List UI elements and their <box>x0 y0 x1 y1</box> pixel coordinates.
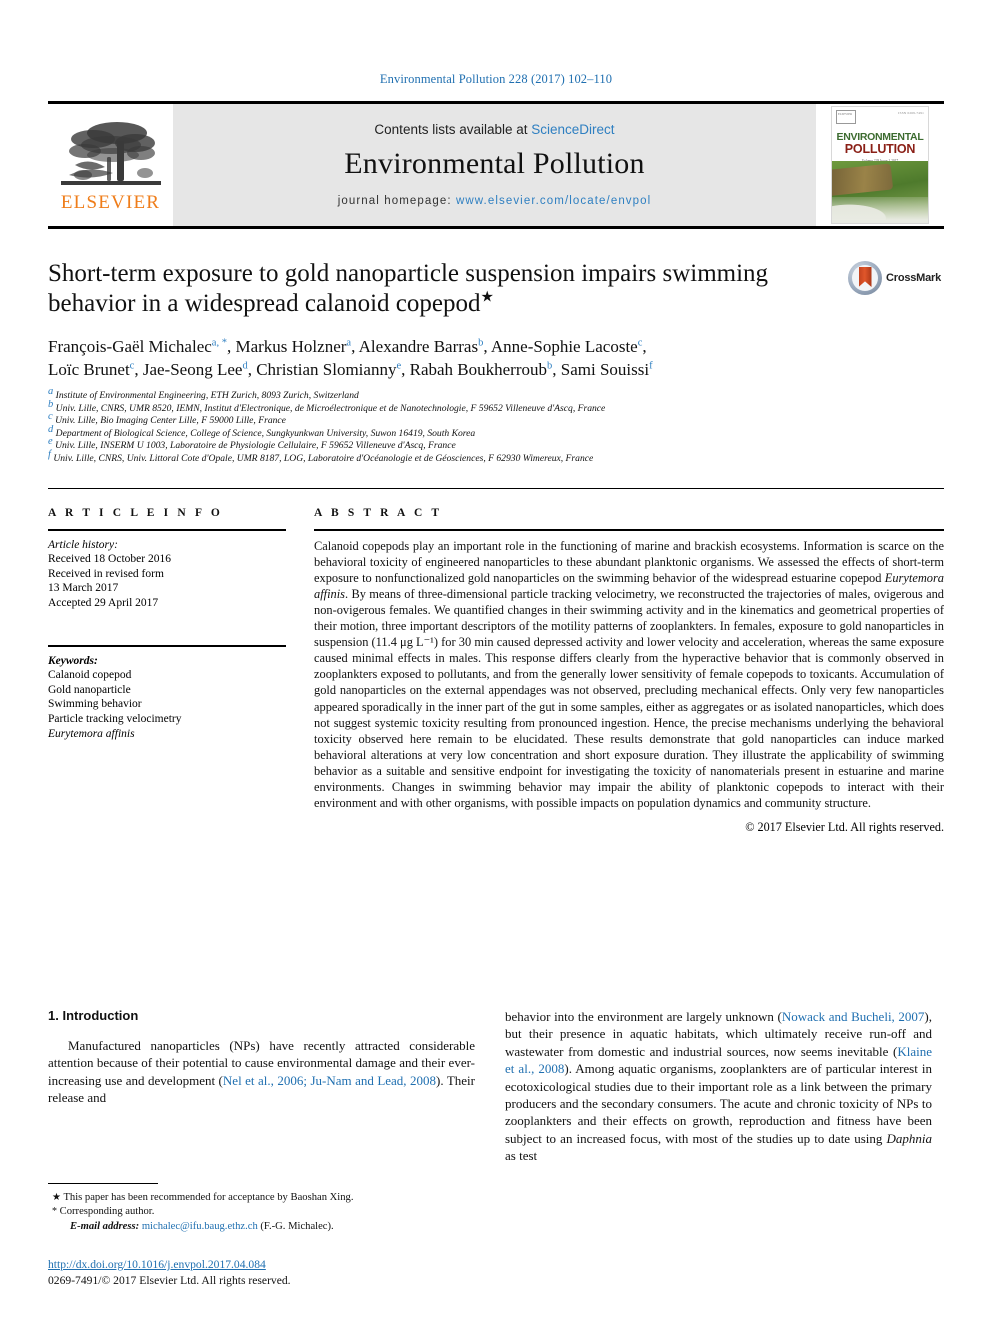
footnote-corr-text: Corresponding author. <box>59 1206 155 1218</box>
article-info-heading: A R T I C L E I N F O <box>48 506 223 519</box>
info-abstract-section: A R T I C L E I N F O Article history: R… <box>48 487 944 836</box>
homepage-url-link[interactable]: www.elsevier.com/locate/envpol <box>456 195 651 207</box>
history-revised-label: Received in revised form <box>48 567 164 580</box>
intro-text-5: ). Among aquatic organisms, zooplankters… <box>505 1061 932 1146</box>
sciencedirect-link[interactable]: ScienceDirect <box>531 122 614 137</box>
article-history-label: Article history: <box>48 538 118 551</box>
intro-paragraph-right: behavior into the environment are largel… <box>505 1008 932 1165</box>
abstract-rule <box>314 528 944 531</box>
citation-link-nowack[interactable]: Nowack and Bucheli, 2007 <box>782 1009 925 1024</box>
masthead-center: Contents lists available at ScienceDirec… <box>173 104 816 226</box>
footnote-corr-mark: * <box>52 1206 57 1218</box>
keywords-rule <box>48 644 286 647</box>
history-accepted: Accepted 29 April 2017 <box>48 596 159 609</box>
affiliation-mark-d: d <box>48 423 54 435</box>
affiliation-b: b Univ. Lille, CNRS, UMR 8520, IEMN, Ins… <box>48 399 944 416</box>
affiliation-text-b: Univ. Lille, CNRS, UMR 8520, IEMN, Insti… <box>55 402 606 414</box>
cover-photo <box>832 161 928 223</box>
abstract-column: A B S T R A C T Calanoid copepods play a… <box>314 507 944 836</box>
cover-title-line2: POLLUTION <box>844 142 916 156</box>
affiliation-mark-b: b <box>48 398 54 410</box>
affiliation-text-e: Univ. Lille, INSERM U 1003, Laboratoire … <box>55 440 456 452</box>
intro-text-6: as test <box>505 1148 538 1164</box>
affiliation-text-f: Univ. Lille, CNRS, Univ. Littoral Cote d… <box>53 452 594 464</box>
article-info-column: A R T I C L E I N F O Article history: R… <box>48 507 286 836</box>
affiliation-f: f Univ. Lille, CNRS, Univ. Littoral Cote… <box>48 449 944 466</box>
author-line-1: François-Gaël Michaleca, *, Markus Holzn… <box>48 337 647 356</box>
affiliation-c: c Univ. Lille, Bio Imaging Center Lille,… <box>48 411 944 428</box>
cover-issn: ISSN 0269-7491 <box>898 111 924 115</box>
affiliation-mark-e: e <box>48 436 53 448</box>
page-title: Short-term exposure to gold nanoparticle… <box>48 260 769 317</box>
abstract-text: Calanoid copepods play an important role… <box>314 538 944 812</box>
footnote-star: ★ This paper has been recommended for ac… <box>48 1191 475 1205</box>
affiliation-mark-c: c <box>48 411 53 422</box>
crossmark-badge[interactable]: CrossMark <box>848 261 944 295</box>
running-head: Environmental Pollution 228 (2017) 102–1… <box>379 72 613 86</box>
keyword-item: Gold nanoparticle <box>48 683 131 696</box>
body-column-left: 1. Introduction Manufactured nanoparticl… <box>48 1008 475 1165</box>
journal-homepage-line: journal homepage: www.elsevier.com/locat… <box>338 195 652 207</box>
affiliation-mark-f: f <box>48 448 51 460</box>
article-history: Article history: Received 18 October 201… <box>48 538 286 611</box>
title-block: Short-term exposure to gold nanoparticle… <box>48 259 944 466</box>
doi-link[interactable]: http://dx.doi.org/10.1016/j.envpol.2017.… <box>48 1258 548 1271</box>
abstract-heading: A B S T R A C T <box>314 506 443 519</box>
journal-cover-thumbnail: ELSEVIER ISSN 0269-7491 ENVIRONMENTAL PO… <box>816 104 944 226</box>
abstract-copyright: © 2017 Elsevier Ltd. All rights reserved… <box>745 820 944 835</box>
publisher-logo: ELSEVIER <box>48 104 173 226</box>
email-label: E-mail address: <box>70 1220 140 1232</box>
affiliation-mark-a: a <box>48 385 54 397</box>
issn-copyright-line: 0269-7491/© 2017 Elsevier Ltd. All right… <box>48 1274 291 1287</box>
intro-text-3: behavior into the environment are largel… <box>505 1009 782 1024</box>
keyword-item: Particle tracking velocimetry <box>48 712 182 725</box>
footnote-star-text: This paper has been recommended for acce… <box>63 1192 354 1203</box>
homepage-label: journal homepage: <box>337 194 452 207</box>
footnote-corresponding: * Corresponding author. <box>48 1205 475 1219</box>
history-revised-date: 13 March 2017 <box>48 582 119 595</box>
journal-masthead: ELSEVIER Contents lists available at Sci… <box>48 101 944 229</box>
email-link[interactable]: michalec@ifu.baug.ethz.ch <box>142 1221 258 1232</box>
affiliation-list: a Institute of Environmental Engineering… <box>48 386 944 466</box>
keywords-block: Keywords: Calanoid copepod Gold nanopart… <box>48 644 286 742</box>
crossmark-label: CrossMark <box>886 272 942 284</box>
keyword-item-species: Eurytemora affinis <box>48 727 135 740</box>
footnote-block: ★ This paper has been recommended for ac… <box>48 1183 475 1234</box>
affiliation-e: e Univ. Lille, INSERM U 1003, Laboratoir… <box>48 436 944 453</box>
keyword-item: Swimming behavior <box>48 698 142 711</box>
footnote-email: E-mail address: michalec@ifu.baug.ethz.c… <box>48 1220 475 1234</box>
intro-paragraph-left: Manufactured nanoparticles (NPs) have re… <box>48 1037 475 1107</box>
article-page: Environmental Pollution 228 (2017) 102–1… <box>0 0 992 1323</box>
affiliation-text-d: Department of Biological Science, Colleg… <box>55 427 476 439</box>
author-list: François-Gaël Michaleca, *, Markus Holzn… <box>48 335 944 381</box>
footnote-rule <box>48 1183 158 1184</box>
journal-title: Environmental Pollution <box>344 146 645 180</box>
footnote-star-mark: ★ <box>52 1192 61 1203</box>
affiliation-text-c: Univ. Lille, Bio Imaging Center Lille, F… <box>55 415 286 427</box>
intro-species-name: Daphnia <box>886 1130 933 1146</box>
affiliation-text-a: Institute of Environmental Engineering, … <box>55 390 359 401</box>
contents-prefix: Contents lists available at <box>374 121 528 137</box>
history-received: Received 18 October 2016 <box>48 553 171 566</box>
section-heading-introduction: 1. Introduction <box>48 1008 139 1023</box>
keyword-item: Calanoid copepod <box>48 669 132 682</box>
abstract-part-1: Calanoid copepods play an important role… <box>314 538 944 585</box>
affiliation-a: a Institute of Environmental Engineering… <box>48 386 944 403</box>
keywords-label: Keywords: <box>48 654 98 667</box>
contents-available-line: Contents lists available at ScienceDirec… <box>374 122 614 137</box>
doi-block: http://dx.doi.org/10.1016/j.envpol.2017.… <box>48 1258 548 1287</box>
citation-link-nel[interactable]: Nel et al., 2006; Ju-Nam and Lead, 2008 <box>223 1073 436 1088</box>
body-columns: 1. Introduction Manufactured nanoparticl… <box>48 1008 944 1165</box>
body-column-right: behavior into the environment are largel… <box>505 1008 932 1165</box>
article-info-rule <box>48 528 286 531</box>
keywords-list: Keywords: Calanoid copepod Gold nanopart… <box>48 654 286 742</box>
cover-elsevier-badge: ELSEVIER <box>836 110 856 124</box>
elsevier-wordmark: ELSEVIER <box>60 191 161 213</box>
crossmark-icon <box>848 261 882 295</box>
affiliation-d: d Department of Biological Science, Coll… <box>48 424 944 441</box>
elsevier-tree-icon <box>60 121 161 185</box>
abstract-part-2: . By means of three-dimensional particle… <box>314 586 944 811</box>
author-line-2: Loïc Brunetc, Jae-Seong Leed, Christian … <box>48 360 653 379</box>
email-owner: (F.-G. Michalec). <box>260 1220 334 1232</box>
